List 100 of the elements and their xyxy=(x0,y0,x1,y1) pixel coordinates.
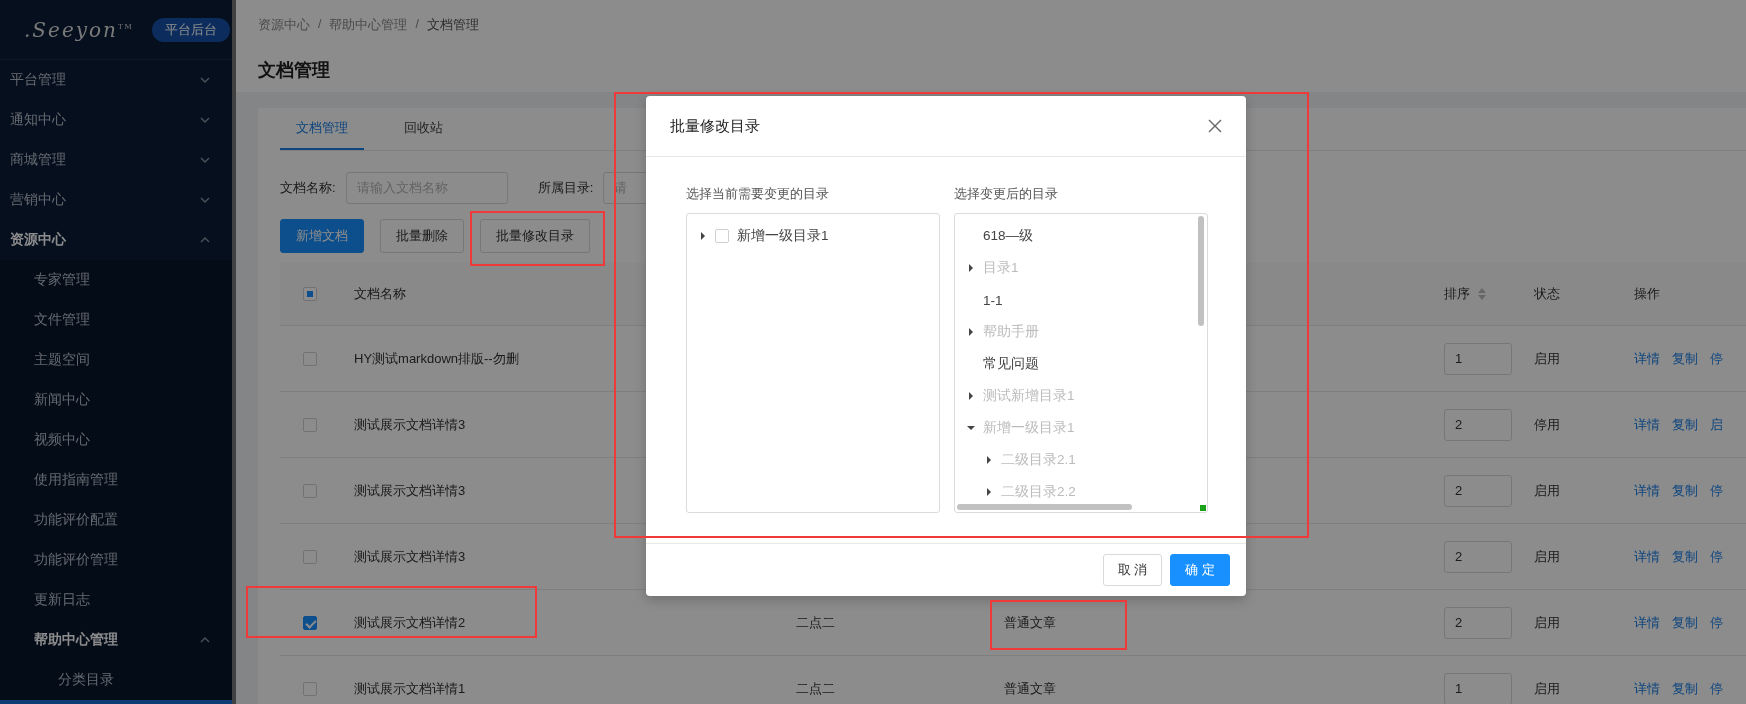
status-text: 启用 xyxy=(1534,679,1560,698)
order-input[interactable]: 2 xyxy=(1444,474,1512,507)
status-text: 停用 xyxy=(1534,415,1560,434)
sidebar-item[interactable]: 主题空间 xyxy=(0,340,232,380)
action-link[interactable]: 详情 xyxy=(1634,679,1660,698)
row-checkbox[interactable] xyxy=(303,483,317,498)
sidebar-item[interactable]: 视频中心 xyxy=(0,420,232,460)
column-header: 排序 xyxy=(1444,285,1470,303)
sidebar-item[interactable]: 更新日志 xyxy=(0,580,232,620)
sidebar-item[interactable]: 文件管理 xyxy=(0,300,232,340)
chevron-up-icon xyxy=(200,637,210,643)
document-name: 测试展示文档详情3 xyxy=(354,481,466,500)
sidebar-item[interactable]: 新闻中心 xyxy=(0,380,232,420)
action-link[interactable]: 详情 xyxy=(1634,547,1660,566)
sidebar-item[interactable]: 功能评价管理 xyxy=(0,540,232,580)
order-input[interactable]: 2 xyxy=(1444,408,1512,441)
dialog-button[interactable]: 取 消 xyxy=(1102,554,1163,586)
order-input[interactable]: 1 xyxy=(1444,342,1512,375)
action-link[interactable]: 停 xyxy=(1710,679,1723,698)
order-input[interactable]: 2 xyxy=(1444,540,1512,573)
sidebar-item[interactable]: 分类目录 xyxy=(0,660,232,700)
sidebar-item[interactable]: 帮助中心管理 xyxy=(0,620,232,660)
sidebar-item[interactable]: 使用指南管理 xyxy=(0,460,232,500)
action-link[interactable]: 停 xyxy=(1710,349,1723,368)
status-text: 启用 xyxy=(1534,613,1560,632)
breadcrumb-link[interactable]: 帮助中心管理 xyxy=(329,17,408,34)
sidebar-item[interactable]: 平台管理 xyxy=(0,60,232,100)
action-link[interactable]: 停 xyxy=(1710,547,1723,566)
row-checkbox[interactable] xyxy=(303,351,317,366)
select-all-checkbox[interactable] xyxy=(303,287,317,301)
dialog-button[interactable]: 确 定 xyxy=(1170,554,1230,586)
document-name: 测试展示文档详情1 xyxy=(354,679,466,698)
sort-icon[interactable] xyxy=(1478,287,1486,301)
action-link[interactable]: 停 xyxy=(1710,613,1723,632)
action-link[interactable]: 停 xyxy=(1710,481,1723,500)
sidebar-item[interactable]: 商城管理 xyxy=(0,140,232,180)
panel-label: 选择变更后的目录 xyxy=(954,185,1059,203)
status-text: 启用 xyxy=(1534,547,1560,566)
action-link[interactable]: 复制 xyxy=(1672,679,1698,698)
resize-corner xyxy=(1200,505,1206,511)
chevron-up-icon xyxy=(200,237,210,243)
table-cell: 二点二 xyxy=(796,613,835,632)
table-cell: 普通文章 xyxy=(1004,679,1056,698)
scrollbar[interactable] xyxy=(957,504,1132,510)
row-checkbox[interactable] xyxy=(303,681,317,696)
action-link[interactable]: 复制 xyxy=(1672,613,1698,632)
breadcrumb-link[interactable]: 文档管理 xyxy=(426,17,479,34)
action-link[interactable]: 复制 xyxy=(1672,349,1698,368)
action-link[interactable]: 复制 xyxy=(1672,481,1698,500)
checkbox[interactable] xyxy=(715,229,729,243)
chevron-down-icon xyxy=(200,77,210,83)
action-button[interactable]: 新增文档 xyxy=(280,219,364,253)
tree-item[interactable]: 常见问题 xyxy=(983,355,1039,373)
tree-item[interactable]: 618—级 xyxy=(983,227,1034,245)
dialog-title: 批量修改目录 xyxy=(670,116,760,136)
sidebar-item[interactable]: 营销中心 xyxy=(0,180,232,220)
sidebar-item[interactable]: 通知中心 xyxy=(0,100,232,140)
document-name: HY测试markdown排版--勿删 xyxy=(354,349,519,368)
chevron-down-icon xyxy=(200,117,210,123)
row-checkbox[interactable] xyxy=(303,615,317,630)
table-cell: 普通文章 xyxy=(1004,613,1056,632)
order-input[interactable]: 2 xyxy=(1444,606,1512,639)
action-link[interactable]: 复制 xyxy=(1672,415,1698,434)
action-link[interactable]: 详情 xyxy=(1634,349,1660,368)
logo: .Seeyon$^{TM}$ xyxy=(24,17,134,42)
breadcrumb-separator: / xyxy=(318,17,322,33)
tree-item[interactable]: 1-1 xyxy=(983,292,1003,308)
chevron-down-icon xyxy=(200,197,210,203)
action-link[interactable]: 详情 xyxy=(1634,481,1660,500)
breadcrumb-separator: / xyxy=(415,17,419,33)
status-text: 启用 xyxy=(1534,349,1560,368)
status-text: 启用 xyxy=(1534,481,1560,500)
row-checkbox[interactable] xyxy=(303,417,317,432)
breadcrumb-link[interactable]: 资源中心 xyxy=(258,17,310,34)
page-title: 文档管理 xyxy=(258,59,331,82)
column-header: 状态 xyxy=(1534,285,1560,303)
document-name: 测试展示文档详情2 xyxy=(354,613,466,632)
action-link[interactable]: 复制 xyxy=(1672,547,1698,566)
scrollbar[interactable] xyxy=(1198,216,1204,326)
action-link[interactable]: 启 xyxy=(1710,415,1723,434)
document-name: 测试展示文档详情3 xyxy=(354,547,466,566)
chevron-down-icon xyxy=(200,157,210,163)
document-name: 测试展示文档详情3 xyxy=(354,415,466,434)
tab[interactable]: 文档管理 xyxy=(280,108,364,150)
tab[interactable]: 回收站 xyxy=(388,108,459,150)
close-icon[interactable] xyxy=(1208,119,1222,133)
sidebar-item[interactable]: 专家管理 xyxy=(0,260,232,300)
action-button[interactable]: 批量删除 xyxy=(380,219,464,253)
action-link[interactable]: 详情 xyxy=(1634,613,1660,632)
action-button[interactable]: 批量修改目录 xyxy=(480,219,590,253)
filter-label: 所属目录: xyxy=(537,179,594,197)
row-checkbox[interactable] xyxy=(303,549,317,564)
column-header: 操作 xyxy=(1634,285,1660,303)
caret-right-icon[interactable] xyxy=(699,232,707,240)
table-cell: 二点二 xyxy=(796,679,835,698)
filter-label: 文档名称: xyxy=(280,179,336,197)
action-link[interactable]: 详情 xyxy=(1634,415,1660,434)
sidebar-item[interactable]: 功能评价配置 xyxy=(0,500,232,540)
tree-item[interactable]: 新增一级目录1 xyxy=(737,227,829,245)
order-input[interactable]: 1 xyxy=(1444,672,1512,704)
